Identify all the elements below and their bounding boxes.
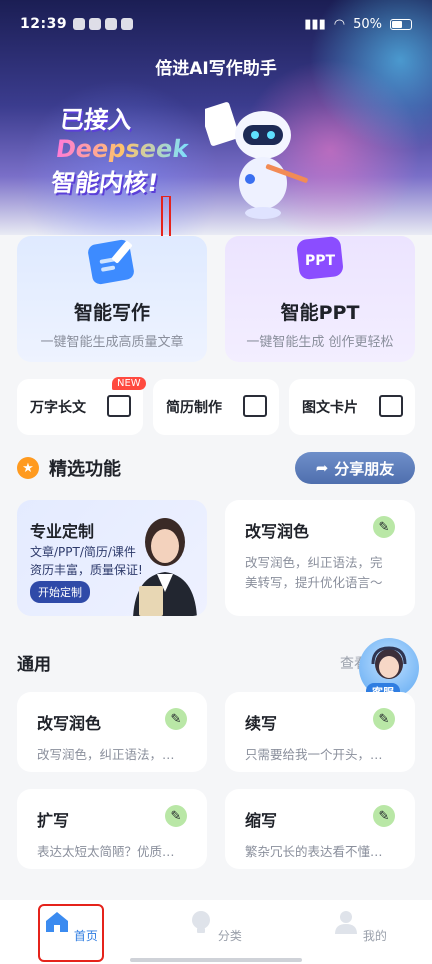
notification-icons bbox=[73, 18, 134, 30]
general-card-desc: 繁杂冗长的表达看不懂… bbox=[245, 844, 383, 859]
general-card-expand[interactable]: 扩写 ✎ 表达太短太简陋？优质… bbox=[17, 789, 207, 869]
image-icon bbox=[379, 395, 403, 417]
smart-writing-title: 智能写作 bbox=[73, 302, 150, 324]
promo-line-1: 文章/PPT/简历/课件 bbox=[30, 545, 136, 559]
general-card-title: 续写 bbox=[245, 714, 278, 733]
promo-title: 专业定制 bbox=[30, 522, 95, 541]
ppt-icon-text: PPT bbox=[305, 253, 336, 269]
brush-icon: ✎ bbox=[165, 708, 187, 730]
featured-rewrite-title: 改写润色 bbox=[245, 522, 310, 541]
general-card-continue[interactable]: 续写 ✎ 只需要给我一个开头，… bbox=[225, 692, 415, 772]
user-icon bbox=[335, 911, 358, 934]
document-icon bbox=[107, 395, 131, 417]
robot-illustration bbox=[205, 102, 308, 219]
tool-resume[interactable]: 简历制作 bbox=[153, 379, 279, 435]
general-card-shorten[interactable]: 缩写 ✎ 繁杂冗长的表达看不懂… bbox=[225, 789, 415, 869]
custom-service-card[interactable]: 专业定制 文章/PPT/简历/课件 资历丰富，质量保证! 开始定制 bbox=[17, 500, 207, 616]
general-section-title: 通用 bbox=[17, 655, 51, 675]
tab-category[interactable]: 分类 bbox=[180, 910, 250, 944]
battery-icon bbox=[390, 18, 412, 30]
new-badge: NEW bbox=[112, 377, 146, 390]
general-card-title: 缩写 bbox=[245, 811, 278, 830]
start-custom-button[interactable]: 开始定制 bbox=[30, 581, 90, 603]
general-card-desc: 只需要给我一个开头，… bbox=[245, 747, 383, 762]
wifi-icon: ◠ bbox=[333, 16, 346, 32]
consultant-illustration bbox=[133, 518, 197, 616]
tool-image-card-label: 图文卡片 bbox=[302, 400, 358, 416]
status-bar: 12:39 ▮▮▮ ◠ 50% bbox=[20, 12, 412, 36]
hero-banner: 12:39 ▮▮▮ ◠ 50% 倍进AI写作助手 已接入 Deepseek 智能… bbox=[0, 0, 432, 235]
share-friends-button[interactable]: ➦ 分享朋友 bbox=[295, 452, 415, 484]
tab-profile-label: 我的 bbox=[362, 929, 387, 943]
featured-rewrite-desc-2: 美转写，提升优化语言～ bbox=[245, 575, 383, 590]
tool-long-article-label: 万字长文 bbox=[30, 400, 86, 416]
banner-headline: 已接入 Deepseek 智能内核! bbox=[49, 100, 195, 198]
featured-rewrite-card[interactable]: 改写润色 ✎ 改写润色，纠正语法，完 美转写，提升优化语言～ bbox=[225, 500, 415, 616]
smart-ppt-title: 智能PPT bbox=[280, 302, 360, 324]
battery-percent: 50% bbox=[353, 16, 382, 32]
ppt-icon: PPT bbox=[297, 236, 343, 280]
banner-line-3: 智能内核! bbox=[49, 169, 161, 197]
smart-ppt-desc: 一键智能生成 创作更轻松 bbox=[246, 335, 394, 350]
tab-profile[interactable]: 我的 bbox=[325, 910, 395, 944]
smart-writing-card[interactable]: 智能写作 一键智能生成高质量文章 bbox=[17, 236, 207, 362]
smart-ppt-card[interactable]: PPT 智能PPT 一键智能生成 创作更轻松 bbox=[225, 236, 415, 362]
tab-category-label: 分类 bbox=[217, 929, 242, 943]
share-label: 分享朋友 bbox=[334, 459, 395, 478]
brush-icon: ✎ bbox=[373, 708, 395, 730]
general-card-title: 改写润色 bbox=[37, 714, 102, 733]
general-card-rewrite[interactable]: 改写润色 ✎ 改写润色，纠正语法，… bbox=[17, 692, 207, 772]
share-icon: ➦ bbox=[315, 459, 329, 477]
home-tab-highlight-annotation bbox=[38, 904, 104, 962]
featured-rewrite-desc-1: 改写润色，纠正语法，完 bbox=[245, 555, 383, 570]
tool-image-card[interactable]: 图文卡片 bbox=[289, 379, 415, 435]
signal-icon: ▮▮▮ bbox=[304, 16, 326, 32]
brush-icon: ✎ bbox=[373, 805, 395, 827]
brush-icon: ✎ bbox=[165, 805, 187, 827]
banner-line-1: 已接入 bbox=[58, 106, 135, 134]
status-right: ▮▮▮ ◠ 50% bbox=[304, 17, 412, 32]
app-title: 倍进AI写作助手 bbox=[155, 59, 277, 79]
lightbulb-icon bbox=[192, 911, 211, 933]
general-card-desc: 表达太短太简陋？优质… bbox=[37, 844, 175, 859]
featured-section-header: ★ 精选功能 ➦ 分享朋友 bbox=[17, 452, 415, 484]
status-time: 12:39 bbox=[20, 16, 68, 32]
brush-icon: ✎ bbox=[373, 516, 395, 538]
general-card-desc: 改写润色，纠正语法，… bbox=[37, 747, 175, 762]
writing-icon bbox=[88, 239, 134, 285]
smart-writing-desc: 一键智能生成高质量文章 bbox=[40, 335, 184, 350]
tool-resume-label: 简历制作 bbox=[166, 400, 222, 416]
general-card-title: 扩写 bbox=[37, 811, 70, 830]
star-icon: ★ bbox=[17, 457, 39, 479]
banner-line-2: Deepseek bbox=[54, 135, 191, 163]
featured-title: 精选功能 bbox=[49, 459, 121, 480]
resume-icon bbox=[243, 395, 267, 417]
home-indicator bbox=[130, 958, 302, 962]
